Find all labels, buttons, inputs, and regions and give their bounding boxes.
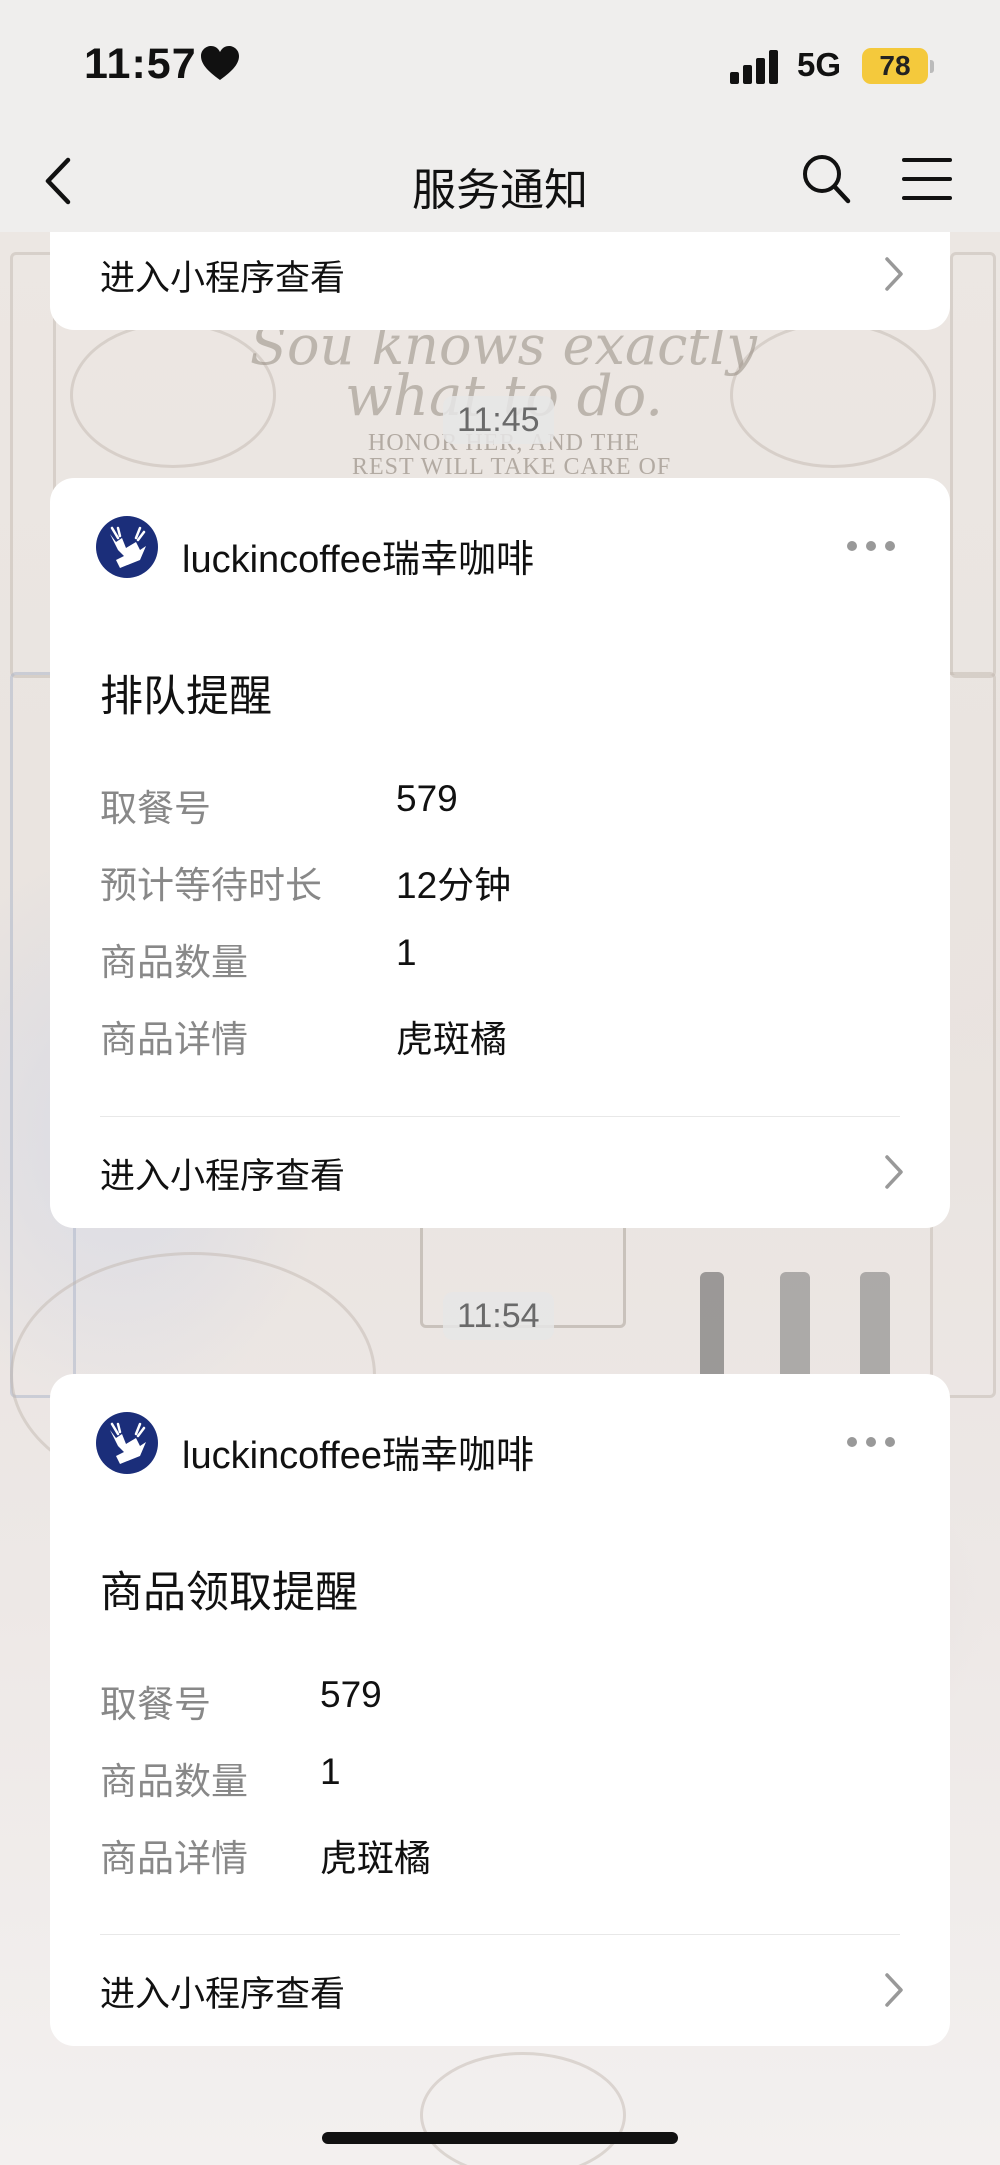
field-label: 商品数量 (100, 1761, 248, 1802)
search-icon[interactable] (800, 152, 852, 206)
link-label: 进入小程序查看 (100, 1157, 346, 1196)
heart-icon (201, 46, 239, 80)
notification-title: 商品领取提醒 (100, 1569, 358, 1617)
sender-name: luckincoffee瑞幸咖啡 (182, 539, 534, 581)
clock: 11:57 (84, 40, 197, 88)
luckin-deer-logo-icon (96, 1412, 158, 1474)
luckin-deer-logo-icon (96, 516, 158, 578)
status-bar: 11:57 5G 78 (0, 0, 1000, 135)
chevron-right-icon (885, 1973, 903, 2007)
network-type: 5G (797, 46, 842, 83)
card-divider (100, 1934, 900, 1935)
link-label: 进入小程序查看 (100, 1975, 346, 2014)
notification-title: 排队提醒 (100, 673, 272, 721)
menu-icon[interactable] (902, 156, 952, 202)
message-card-pickup: luckincoffee瑞幸咖啡 商品领取提醒 取餐号 579 商品数量 1 商… (50, 1374, 950, 2046)
message-card-partial: 进入小程序查看 (50, 232, 950, 330)
field-value: 12分钟 (396, 865, 512, 906)
battery-tip (930, 60, 934, 73)
cellular-signal-icon (730, 50, 778, 84)
chevron-right-icon (885, 1155, 903, 1189)
battery-indicator: 78 (862, 48, 928, 84)
field-label: 预计等待时长 (100, 865, 322, 906)
more-options-icon[interactable] (846, 1436, 896, 1448)
open-mini-program-link[interactable]: 进入小程序查看 (50, 220, 950, 330)
message-card-queue: luckincoffee瑞幸咖啡 排队提醒 取餐号 579 预计等待时长 12分… (50, 478, 950, 1228)
background-caption: REST WILL TAKE CARE OF (352, 454, 672, 480)
chevron-right-icon (885, 257, 903, 291)
more-options-icon[interactable] (846, 540, 896, 552)
field-value: 1 (320, 1751, 341, 1792)
link-label: 进入小程序查看 (100, 259, 346, 298)
field-label: 取餐号 (100, 788, 211, 829)
field-label: 商品详情 (100, 1019, 248, 1060)
message-timestamp: 11:54 (443, 1292, 554, 1340)
field-value: 579 (320, 1674, 382, 1715)
sender-name: luckincoffee瑞幸咖啡 (182, 1435, 534, 1477)
field-value: 虎斑橘 (320, 1838, 431, 1879)
open-mini-program-link[interactable]: 进入小程序查看 (50, 1936, 950, 2046)
field-label: 取餐号 (100, 1684, 211, 1725)
navigation-bar: 服务通知 (0, 130, 1000, 232)
message-timestamp: 11:45 (443, 396, 554, 444)
field-value: 虎斑橘 (396, 1019, 507, 1060)
field-label: 商品详情 (100, 1838, 248, 1879)
field-label: 商品数量 (100, 942, 248, 983)
field-value: 579 (396, 778, 458, 819)
field-value: 1 (396, 932, 417, 973)
home-indicator[interactable] (322, 2132, 678, 2144)
open-mini-program-link[interactable]: 进入小程序查看 (50, 1118, 950, 1228)
card-divider (100, 1116, 900, 1117)
